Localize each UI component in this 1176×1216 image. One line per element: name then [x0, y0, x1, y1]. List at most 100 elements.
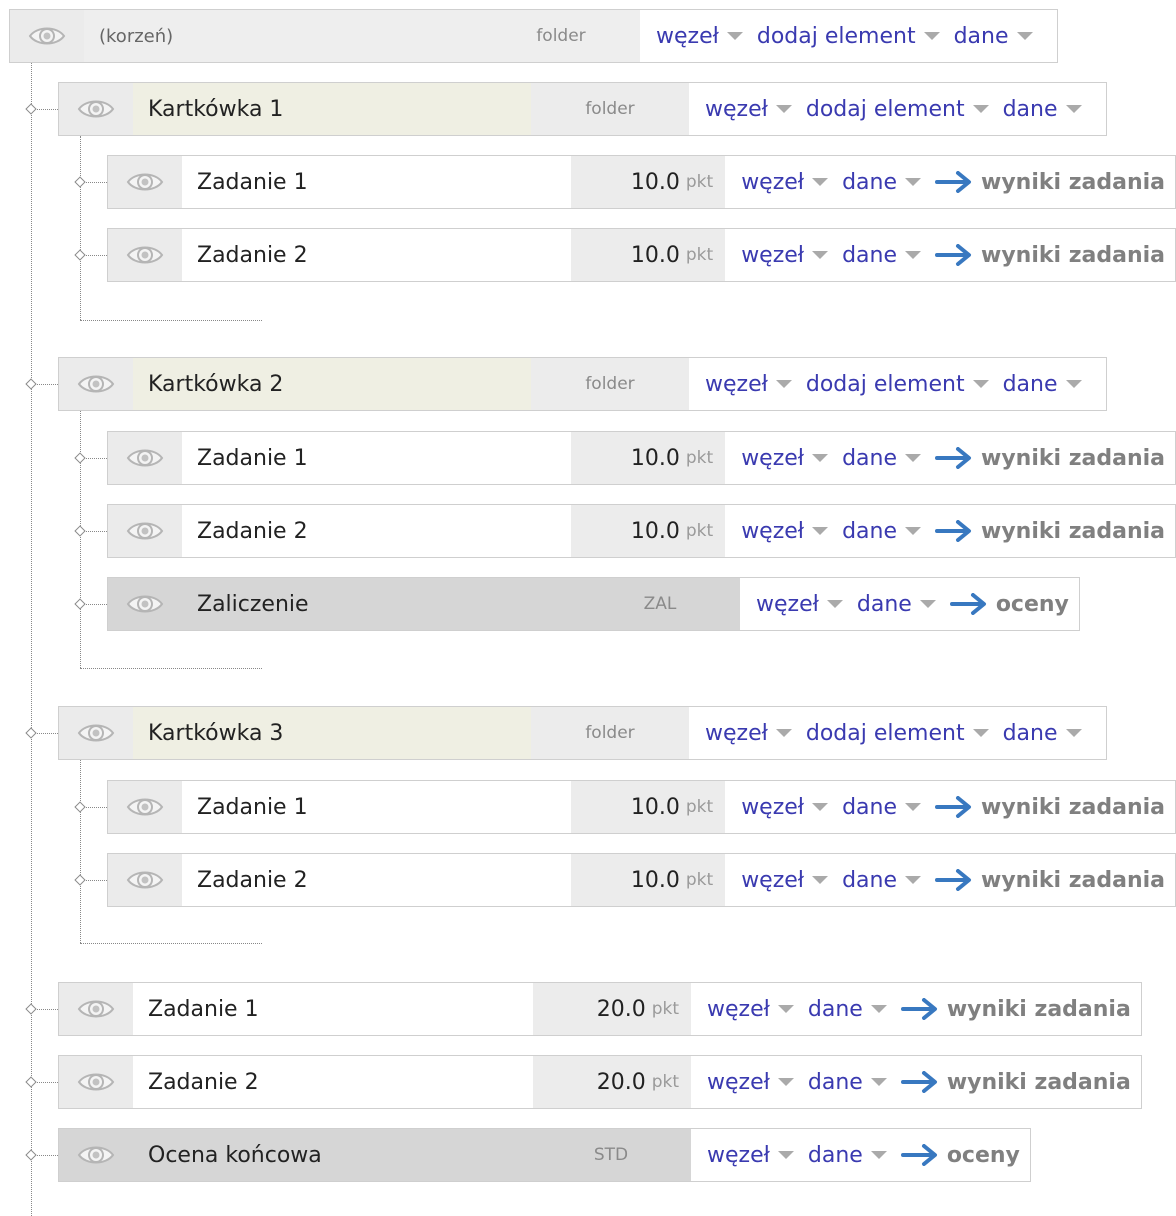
diamond-connector-icon — [25, 103, 37, 115]
visibility-toggle[interactable] — [108, 432, 182, 484]
menu-wezel[interactable]: węzeł — [707, 997, 794, 1022]
caret-down-icon — [1065, 729, 1082, 737]
eye-icon — [126, 798, 164, 816]
arrow-right-icon — [949, 593, 986, 615]
points-unit: pkt — [651, 1072, 679, 1092]
grades-link[interactable]: oceny — [900, 1143, 1020, 1168]
node-title[interactable]: Zadanie 2 — [182, 854, 571, 906]
menu-wezel[interactable]: węzeł — [707, 1143, 794, 1168]
menu-dane[interactable]: dane — [842, 519, 921, 544]
menu-dane[interactable]: dane — [954, 24, 1033, 49]
caret-down-icon — [923, 32, 940, 40]
menu-wezel[interactable]: węzeł — [705, 721, 792, 746]
node-title[interactable]: Kartkówka 2 — [133, 358, 531, 410]
visibility-toggle[interactable] — [59, 358, 133, 410]
menu-dane-label: dane — [842, 794, 897, 820]
task-results-link[interactable]: wyniki zadania — [935, 795, 1165, 820]
visibility-toggle[interactable] — [108, 229, 182, 281]
node-actions: węzeł dodaj element dane — [689, 83, 1106, 135]
node-info: ZAL — [580, 578, 740, 630]
menu-wezel-label: węzeł — [705, 96, 768, 122]
visibility-toggle[interactable] — [10, 10, 84, 62]
visibility-toggle[interactable] — [59, 1129, 133, 1181]
task-results-link[interactable]: wyniki zadania — [935, 243, 1165, 268]
menu-dodaj-element[interactable]: dodaj element — [806, 721, 989, 746]
node-title[interactable]: Kartkówka 3 — [133, 707, 531, 759]
task-results-link[interactable]: wyniki zadania — [935, 868, 1165, 893]
link-label: wyniki zadania — [981, 518, 1165, 544]
node-kind: folder — [585, 374, 635, 394]
node-title[interactable]: Zadanie 1 — [182, 156, 571, 208]
task-results-link[interactable]: wyniki zadania — [935, 519, 1165, 544]
link-label: wyniki zadania — [981, 794, 1165, 820]
tree-guide-vertical — [80, 759, 81, 943]
node-title[interactable]: Zadanie 1 — [182, 781, 571, 833]
visibility-toggle[interactable] — [108, 156, 182, 208]
menu-dane[interactable]: dane — [1003, 372, 1082, 397]
menu-dane-label: dane — [842, 867, 897, 893]
menu-dane[interactable]: dane — [857, 592, 936, 617]
node-kind: folder — [585, 723, 635, 743]
grades-link[interactable]: oceny — [949, 592, 1069, 617]
menu-wezel[interactable]: węzeł — [741, 868, 829, 893]
menu-wezel[interactable]: węzeł — [705, 97, 792, 122]
menu-dodaj-element[interactable]: dodaj element — [757, 24, 940, 49]
node-title[interactable]: Kartkówka 1 — [133, 83, 531, 135]
visibility-toggle[interactable] — [59, 83, 133, 135]
menu-dane[interactable]: dane — [842, 868, 921, 893]
task-results-link[interactable]: wyniki zadania — [900, 996, 1131, 1022]
menu-wezel[interactable]: węzeł — [707, 1070, 794, 1095]
tree-node-task: Zadanie 2 10.0 pkt węzeł dane wyniki zadania — [107, 228, 1176, 282]
node-title[interactable]: Zadanie 1 — [182, 432, 571, 484]
caret-down-icon — [812, 876, 829, 884]
visibility-toggle[interactable] — [108, 854, 182, 906]
menu-dane[interactable]: dane — [808, 997, 887, 1022]
visibility-toggle[interactable] — [59, 983, 133, 1035]
menu-wezel[interactable]: węzeł — [741, 446, 829, 471]
node-title[interactable]: Zaliczenie — [182, 578, 580, 630]
node-title[interactable]: Zadanie 1 — [133, 983, 533, 1035]
visibility-toggle[interactable] — [108, 578, 182, 630]
menu-wezel[interactable]: węzeł — [656, 24, 743, 49]
menu-dane[interactable]: dane — [842, 243, 921, 268]
menu-wezel[interactable]: węzeł — [741, 170, 829, 195]
diamond-connector-icon — [74, 874, 86, 886]
node-title[interactable]: Zadanie 2 — [133, 1056, 533, 1108]
menu-dodaj-element[interactable]: dodaj element — [806, 97, 989, 122]
menu-dane[interactable]: dane — [842, 170, 921, 195]
caret-down-icon — [726, 32, 743, 40]
menu-dane[interactable]: dane — [842, 795, 921, 820]
menu-wezel[interactable]: węzeł — [756, 592, 843, 617]
visibility-toggle[interactable] — [59, 707, 133, 759]
task-results-link[interactable]: wyniki zadania — [900, 1070, 1131, 1095]
menu-dane[interactable]: dane — [1003, 721, 1082, 746]
arrow-right-icon — [935, 869, 971, 891]
task-results-link[interactable]: wyniki zadania — [935, 446, 1165, 471]
node-title[interactable]: Zadanie 2 — [182, 505, 571, 557]
menu-dane[interactable]: dane — [808, 1143, 887, 1168]
node-info: 10.0 pkt — [571, 781, 726, 833]
menu-dane[interactable]: dane — [808, 1070, 887, 1095]
points-value: 10.0 — [630, 169, 680, 195]
tree-guide-horizontal — [80, 668, 262, 669]
points-unit: pkt — [651, 999, 679, 1019]
menu-wezel[interactable]: węzeł — [741, 795, 829, 820]
menu-dodaj-element[interactable]: dodaj element — [806, 372, 989, 397]
menu-wezel-label: węzeł — [741, 518, 805, 544]
menu-wezel[interactable]: węzeł — [741, 243, 829, 268]
visibility-toggle[interactable] — [108, 781, 182, 833]
link-label: wyniki zadania — [946, 996, 1131, 1022]
visibility-toggle[interactable] — [108, 505, 182, 557]
task-results-link[interactable]: wyniki zadania — [935, 170, 1165, 195]
visibility-toggle[interactable] — [59, 1056, 133, 1108]
menu-dane[interactable]: dane — [842, 446, 921, 471]
points-value: 10.0 — [630, 242, 680, 268]
node-actions: węzeł dane wyniki zadania — [725, 432, 1175, 484]
diamond-connector-icon — [74, 525, 86, 537]
menu-wezel[interactable]: węzeł — [705, 372, 792, 397]
menu-dane[interactable]: dane — [1003, 97, 1082, 122]
node-title[interactable]: Zadanie 2 — [182, 229, 571, 281]
link-label: wyniki zadania — [981, 169, 1165, 195]
menu-wezel[interactable]: węzeł — [741, 518, 829, 544]
node-title[interactable]: Ocena końcowa — [133, 1129, 531, 1181]
